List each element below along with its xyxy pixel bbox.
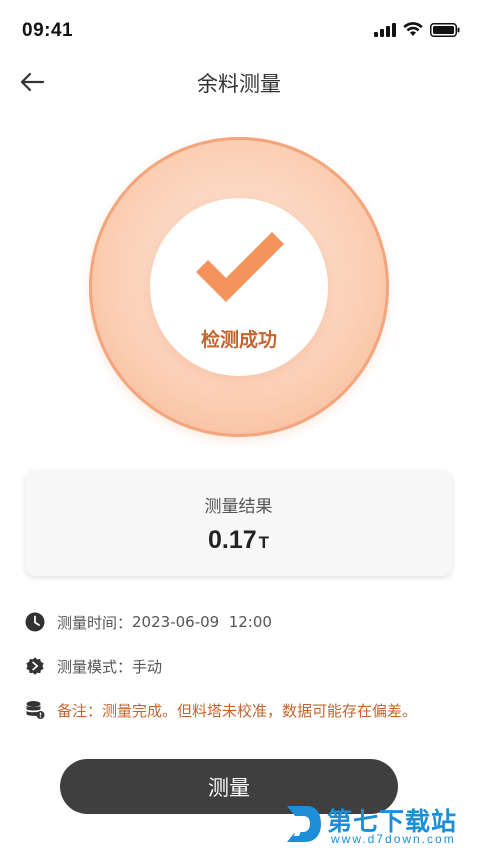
check-icon: [195, 231, 285, 303]
note-value: 测量完成。但料塔未校准，数据可能存在偏差。: [102, 701, 418, 720]
signal-icon: [374, 22, 396, 37]
wifi-icon: [403, 22, 423, 36]
mode-label: 测量模式：: [57, 657, 133, 676]
success-status-text: 检测成功: [200, 329, 277, 351]
clock-icon: [25, 612, 45, 632]
status-bar: 09:41: [0, 0, 478, 62]
page-title: 余料测量: [197, 72, 281, 96]
mode-value: 手动: [132, 657, 163, 676]
database-icon: [25, 700, 45, 720]
result-card: 测量结果 0.17 T: [25, 470, 452, 576]
gear-icon: [25, 656, 45, 676]
result-value: 0.17 T: [25, 526, 452, 555]
info-row-time: 测量时间： 2023-06-09 12:00: [25, 611, 272, 633]
battery-icon: [430, 22, 460, 37]
watermark: 第七下载站 www.d7down.com: [283, 800, 473, 848]
note-label: 备注：: [57, 701, 103, 720]
result-label: 测量结果: [204, 497, 273, 517]
watermark-url: www.d7down.com: [331, 832, 456, 846]
nav-bar: 余料测量: [0, 62, 478, 102]
status-time: 09:41: [22, 20, 74, 41]
result-ring: 检测成功: [89, 137, 389, 437]
info-row-mode: 测量模式： 手动: [25, 655, 162, 677]
info-row-note: 备注： 测量完成。但料塔未校准，数据可能存在偏差。: [25, 699, 417, 721]
result-ring-inner: 检测成功: [150, 198, 328, 376]
result-unit: T: [258, 533, 270, 552]
watermark-logo-icon: [287, 806, 321, 842]
result-number: 0.17: [207, 526, 257, 554]
status-icons: [374, 22, 460, 37]
time-label: 测量时间：: [57, 613, 133, 632]
time-value: 2023-06-09 12:00: [132, 613, 272, 631]
